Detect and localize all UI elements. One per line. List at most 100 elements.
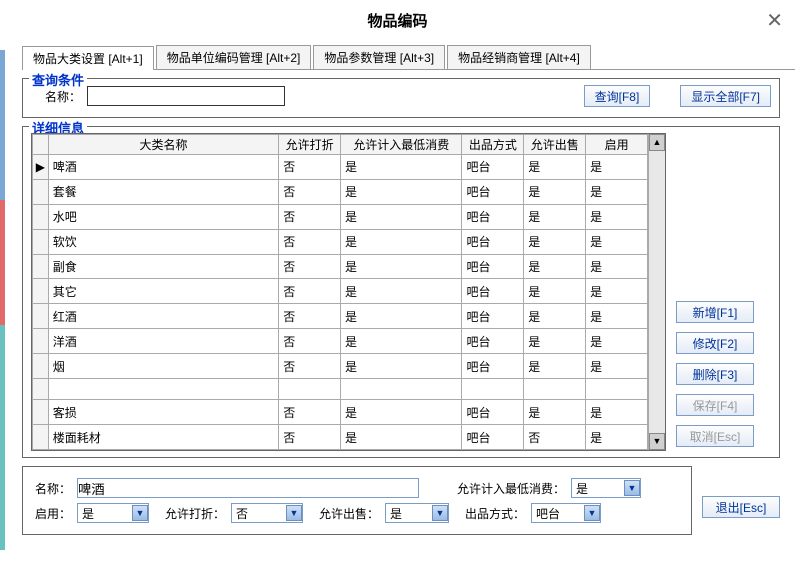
cell-discount[interactable]: 否 (279, 179, 341, 204)
cell-sell[interactable]: 是 (524, 279, 586, 304)
cell-enable[interactable]: 是 (586, 304, 648, 329)
cell-sell[interactable]: 是 (524, 304, 586, 329)
cell-name[interactable]: 烟 (48, 354, 278, 379)
cell-discount[interactable]: 否 (279, 329, 341, 354)
cell-name[interactable]: 软饮 (48, 229, 278, 254)
cell-minconsume[interactable]: 是 (341, 229, 462, 254)
vertical-scrollbar[interactable]: ▲ ▼ (648, 134, 665, 450)
form-output-select[interactable]: 吧台 ▼ (531, 503, 601, 523)
cell-output[interactable]: 吧台 (462, 329, 524, 354)
form-sell-select[interactable]: 是 ▼ (385, 503, 449, 523)
table-row[interactable]: 软饮否是吧台是是 (33, 229, 648, 254)
cell-enable[interactable]: 是 (586, 229, 648, 254)
cell-minconsume[interactable]: 是 (341, 400, 462, 425)
cell-enable[interactable] (586, 379, 648, 400)
cell-sell[interactable]: 是 (524, 155, 586, 180)
col-sell[interactable]: 允许出售 (524, 135, 586, 155)
col-enable[interactable]: 启用 (586, 135, 648, 155)
cell-name[interactable]: 洋酒 (48, 329, 278, 354)
form-name-input[interactable] (77, 478, 419, 498)
cell-enable[interactable]: 是 (586, 179, 648, 204)
cell-discount[interactable]: 否 (279, 279, 341, 304)
edit-button[interactable]: 修改[F2] (676, 332, 754, 354)
cell-sell[interactable]: 是 (524, 329, 586, 354)
add-button[interactable]: 新增[F1] (676, 301, 754, 323)
table-row[interactable]: 副食否是吧台是是 (33, 254, 648, 279)
cell-enable[interactable]: 是 (586, 204, 648, 229)
cell-sell[interactable]: 否 (524, 425, 586, 450)
cell-name[interactable]: 红酒 (48, 304, 278, 329)
cell-enable[interactable]: 是 (586, 279, 648, 304)
cell-output[interactable]: 吧台 (462, 254, 524, 279)
exit-button[interactable]: 退出[Esc] (702, 496, 780, 518)
tab-param[interactable]: 物品参数管理 [Alt+3] (313, 45, 445, 69)
cell-output[interactable]: 吧台 (462, 400, 524, 425)
cell-discount[interactable]: 否 (279, 155, 341, 180)
cell-sell[interactable]: 是 (524, 400, 586, 425)
cell-discount[interactable]: 否 (279, 229, 341, 254)
search-button[interactable]: 查询[F8] (584, 85, 651, 107)
cell-name[interactable]: 楼面耗材 (48, 425, 278, 450)
cell-minconsume[interactable]: 是 (341, 204, 462, 229)
cell-sell[interactable] (524, 379, 586, 400)
cell-enable[interactable]: 是 (586, 425, 648, 450)
table-row[interactable] (33, 379, 648, 400)
form-enable-select[interactable]: 是 ▼ (77, 503, 149, 523)
cell-enable[interactable]: 是 (586, 155, 648, 180)
cell-minconsume[interactable]: 是 (341, 155, 462, 180)
close-icon[interactable]: ✕ (766, 8, 783, 33)
cell-discount[interactable]: 否 (279, 304, 341, 329)
cell-name[interactable]: 啤酒 (48, 155, 278, 180)
cell-sell[interactable]: 是 (524, 354, 586, 379)
cell-output[interactable]: 吧台 (462, 229, 524, 254)
table-row[interactable]: 烟否是吧台是是 (33, 354, 648, 379)
scroll-up-icon[interactable]: ▲ (649, 134, 665, 151)
cell-name[interactable]: 套餐 (48, 179, 278, 204)
cell-minconsume[interactable]: 是 (341, 329, 462, 354)
cell-output[interactable] (462, 379, 524, 400)
cell-minconsume[interactable] (341, 379, 462, 400)
table-row[interactable]: 洋酒否是吧台是是 (33, 329, 648, 354)
cell-minconsume[interactable]: 是 (341, 254, 462, 279)
cell-output[interactable]: 吧台 (462, 304, 524, 329)
tab-unit[interactable]: 物品单位编码管理 [Alt+2] (156, 45, 312, 69)
cell-discount[interactable]: 否 (279, 254, 341, 279)
scroll-down-icon[interactable]: ▼ (649, 433, 665, 450)
cell-output[interactable]: 吧台 (462, 179, 524, 204)
table-row[interactable]: ▶啤酒否是吧台是是 (33, 155, 648, 180)
col-name[interactable]: 大类名称 (48, 135, 278, 155)
cell-name[interactable]: 客损 (48, 400, 278, 425)
data-grid[interactable]: 大类名称 允许打折 允许计入最低消费 出品方式 允许出售 启用 ▶啤酒否是吧台是… (32, 134, 648, 450)
cell-enable[interactable]: 是 (586, 329, 648, 354)
table-row[interactable]: 套餐否是吧台是是 (33, 179, 648, 204)
col-discount[interactable]: 允许打折 (279, 135, 341, 155)
tab-dealer[interactable]: 物品经销商管理 [Alt+4] (447, 45, 591, 69)
cell-output[interactable]: 吧台 (462, 204, 524, 229)
cell-minconsume[interactable]: 是 (341, 304, 462, 329)
cell-discount[interactable]: 否 (279, 425, 341, 450)
cell-sell[interactable]: 是 (524, 179, 586, 204)
cell-minconsume[interactable]: 是 (341, 179, 462, 204)
cell-minconsume[interactable]: 是 (341, 279, 462, 304)
cell-discount[interactable]: 否 (279, 354, 341, 379)
query-name-input[interactable] (87, 86, 285, 106)
cell-enable[interactable]: 是 (586, 254, 648, 279)
cell-sell[interactable]: 是 (524, 204, 586, 229)
table-row[interactable]: 红酒否是吧台是是 (33, 304, 648, 329)
cell-output[interactable]: 吧台 (462, 155, 524, 180)
cell-discount[interactable] (279, 379, 341, 400)
scroll-track[interactable] (649, 151, 665, 433)
table-row[interactable]: 客损否是吧台是是 (33, 400, 648, 425)
cell-output[interactable]: 吧台 (462, 425, 524, 450)
form-discount-select[interactable]: 否 ▼ (231, 503, 303, 523)
table-row[interactable]: 楼面耗材否是吧台否是 (33, 425, 648, 450)
cell-output[interactable]: 吧台 (462, 354, 524, 379)
cell-minconsume[interactable]: 是 (341, 425, 462, 450)
cell-minconsume[interactable]: 是 (341, 354, 462, 379)
tab-category[interactable]: 物品大类设置 [Alt+1] (22, 46, 154, 70)
table-row[interactable]: 其它否是吧台是是 (33, 279, 648, 304)
cell-output[interactable]: 吧台 (462, 279, 524, 304)
table-row[interactable]: 水吧否是吧台是是 (33, 204, 648, 229)
cell-discount[interactable]: 否 (279, 400, 341, 425)
cell-name[interactable] (48, 379, 278, 400)
